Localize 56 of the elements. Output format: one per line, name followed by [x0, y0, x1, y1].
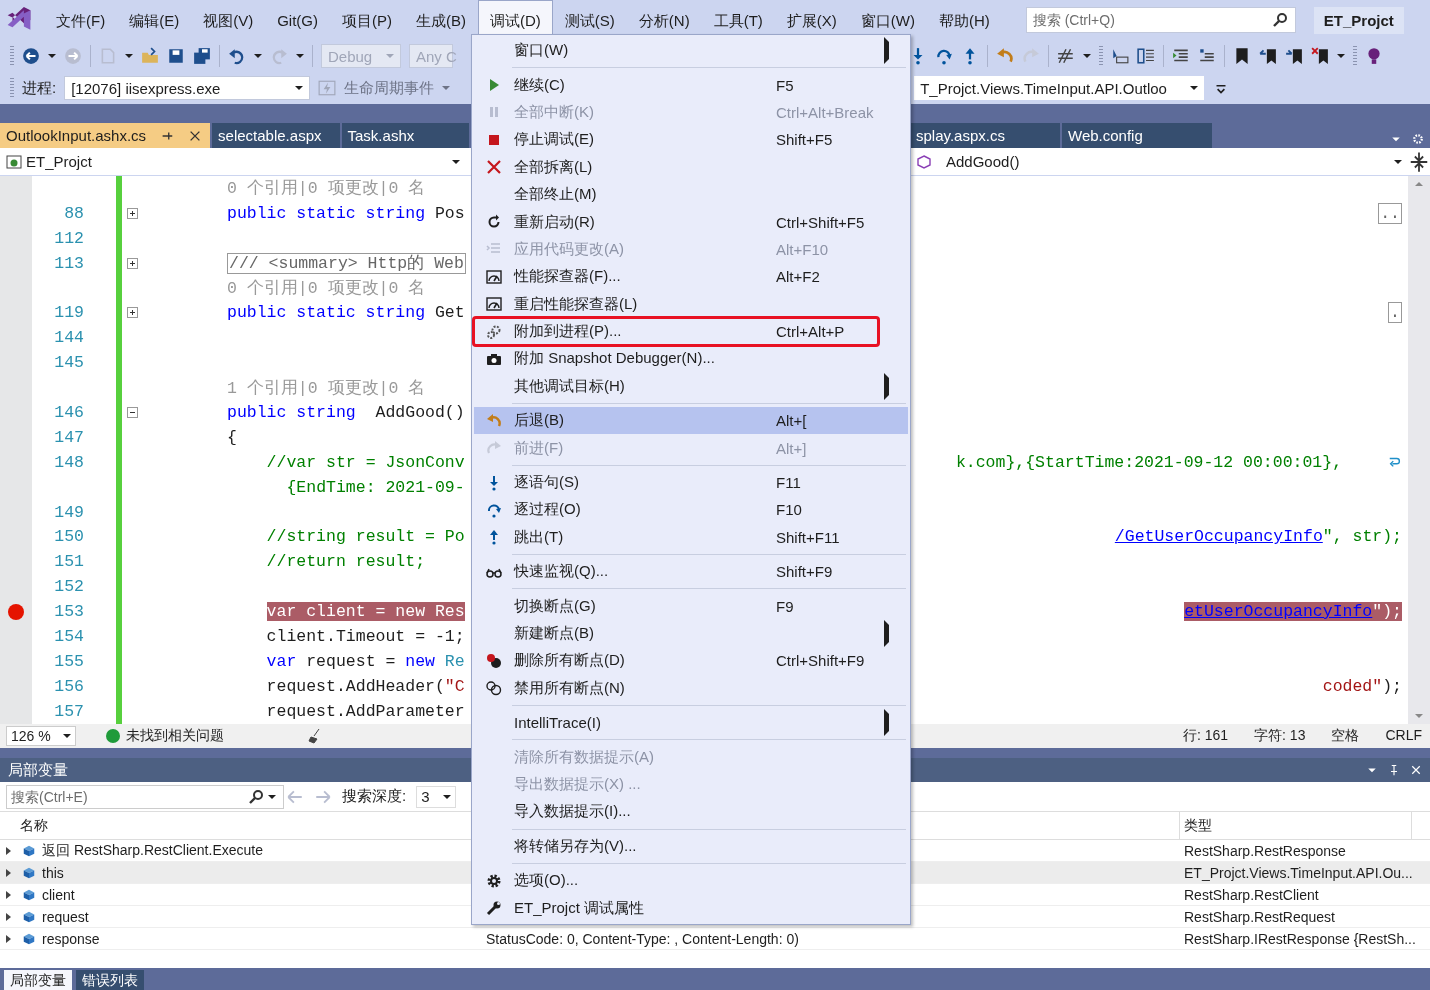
variable-name: response	[42, 930, 100, 947]
line-number: 151	[54, 552, 84, 572]
code-line: public string AddGood()	[227, 402, 465, 422]
code-line: k.com},{StartTime:2021-09-12 00:00:01},	[955, 452, 1343, 472]
code-line: {EndTime: 2021-09-	[286, 477, 465, 497]
line-number: 112	[54, 228, 84, 248]
code-line: //string result = Po	[266, 527, 465, 547]
line-number: 155	[54, 651, 84, 671]
line-number: 150	[54, 527, 84, 547]
search-depth-label: 搜索深度:	[342, 787, 407, 806]
variable-name: request	[42, 908, 89, 925]
line-number: 113	[54, 253, 84, 273]
line-number: 157	[54, 701, 84, 721]
code-line: {	[227, 427, 237, 447]
variable-name: 返回 RestSharp.RestClient.Execute	[42, 841, 263, 860]
char-indicator: 字符: 13	[1254, 727, 1306, 745]
code-line: client.Timeout = -1;	[266, 626, 465, 646]
line-number: 152	[54, 577, 84, 597]
line-number: 153	[54, 602, 84, 622]
line-ending-indicator: CRLF	[1385, 727, 1422, 745]
line-number: 154	[54, 626, 84, 646]
line-number: 148	[54, 452, 84, 472]
line-number: 145	[54, 353, 84, 373]
variable-value: StatusCode: 0, Content-Type: , Content-Length: 0)	[486, 930, 799, 947]
variable-type: RestSharp.IRestResponse {RestSh...	[1183, 930, 1416, 947]
code-line: request.AddHeader("C	[266, 676, 465, 696]
code-line: //return result;	[266, 552, 426, 572]
code-line: //var str = JsonConv	[266, 452, 465, 472]
code-line: /GetUserOccupancyInfo", str);	[1114, 527, 1402, 547]
whitespace-indicator: 空格	[1331, 727, 1360, 745]
line-number: 147	[54, 427, 84, 447]
line-number: 88	[64, 203, 84, 223]
line-number: 156	[54, 676, 84, 696]
code-lens: 1 个引用|0 项更改|0 名	[227, 377, 426, 399]
line-number: 119	[54, 303, 84, 323]
line-number: 146	[54, 402, 84, 422]
line-number: 149	[54, 502, 84, 522]
variable-type: RestSharp.RestClient	[1183, 886, 1320, 903]
variable-name: client	[42, 886, 75, 903]
code-lens: 0 个引用|0 项更改|0 名	[227, 178, 426, 200]
variable-name: this	[42, 864, 64, 881]
panel-title: 局部变量	[8, 760, 68, 780]
code-line: coded");	[1322, 676, 1402, 696]
issues-status: 未找到相关问题	[126, 727, 224, 745]
line-number: 144	[54, 328, 84, 348]
variable-type: RestSharp.RestResponse	[1183, 842, 1347, 859]
process-label: 进程:	[22, 78, 57, 98]
code-line: var request = new Re	[266, 651, 465, 671]
code-line: request.AddParameter	[266, 701, 465, 721]
code-line: public static string Pos	[227, 203, 465, 223]
line-indicator: 行: 161	[1182, 727, 1229, 745]
code-lens: 0 个引用|0 项更改|0 名	[227, 278, 426, 299]
variable-type: RestSharp.RestRequest	[1183, 908, 1336, 925]
variable-type: ET_Projct.Views.TimeInput.API.Ou...	[1183, 864, 1413, 881]
code-line: public static string Get	[227, 303, 465, 323]
project-name: ET_Projct	[1313, 6, 1404, 34]
